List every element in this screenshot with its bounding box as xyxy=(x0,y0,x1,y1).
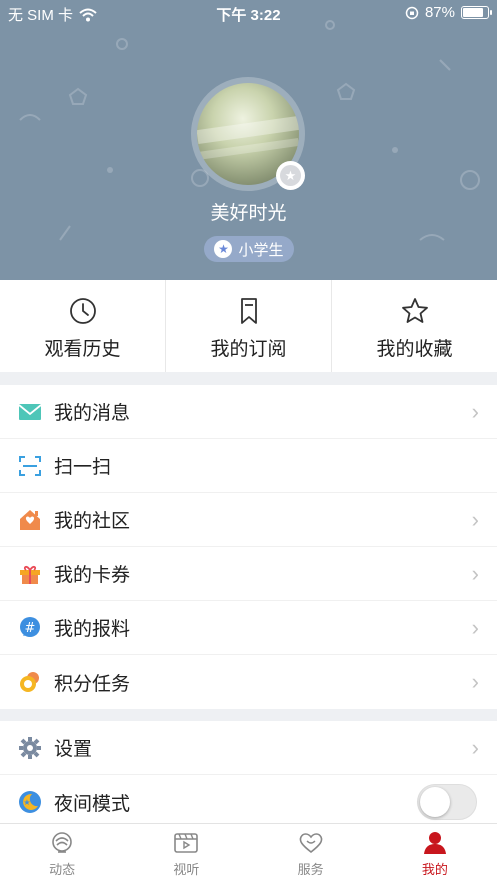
level-badge: ★ xyxy=(276,161,305,190)
tab-mine[interactable]: 我的 xyxy=(373,824,497,883)
profile-screen: 无 SIM 卡 下午 3:22 87% ★ 美好时光 ★ 小学生 观看历史 我的… xyxy=(0,0,497,883)
menu-item-reports[interactable]: # 我的报料 › xyxy=(0,601,497,655)
shortcut-label: 我的订阅 xyxy=(210,339,287,360)
orientation-lock-icon xyxy=(405,6,419,19)
nickname[interactable]: 美好时光 xyxy=(0,198,497,225)
battery-icon xyxy=(461,6,492,19)
gear-icon xyxy=(18,736,42,760)
shortcut-row: 观看历史 我的订阅 我的收藏 xyxy=(0,280,497,372)
star-icon xyxy=(401,298,428,323)
menu-item-scan[interactable]: 扫一扫 xyxy=(0,439,497,493)
menu-item-coupons[interactable]: 我的卡券 › xyxy=(0,547,497,601)
badge-star-icon: ★ xyxy=(280,165,301,186)
chevron-right-icon: › xyxy=(471,506,479,532)
tab-video[interactable]: 视听 xyxy=(124,824,248,883)
menu-item-settings[interactable]: 设置 › xyxy=(0,721,497,775)
chevron-right-icon: › xyxy=(471,669,479,694)
rank-badge[interactable]: ★ 小学生 xyxy=(204,236,294,262)
menu-item-night-mode: ★ 夜间模式 xyxy=(0,775,497,829)
tab-label: 视听 xyxy=(173,862,200,877)
profile-header: 无 SIM 卡 下午 3:22 87% ★ 美好时光 ★ 小学生 xyxy=(0,0,497,280)
mail-icon xyxy=(18,400,42,424)
chevron-right-icon: › xyxy=(471,614,479,640)
night-mode-toggle[interactable] xyxy=(417,784,477,820)
video-icon xyxy=(174,833,199,853)
chevron-right-icon: › xyxy=(471,734,479,760)
menu-item-points[interactable]: 积分任务 › xyxy=(0,655,497,709)
house-icon xyxy=(18,508,42,532)
toggle-knob xyxy=(420,787,450,817)
scan-icon xyxy=(18,454,42,478)
peony-icon xyxy=(52,832,72,853)
battery-percent: 87% xyxy=(424,4,455,21)
menu-item-label: 我的社区 xyxy=(54,511,131,532)
tab-label: 动态 xyxy=(49,862,76,877)
tab-service[interactable]: 服务 xyxy=(249,824,373,883)
heart-icon xyxy=(299,833,322,854)
status-bar: 无 SIM 卡 下午 3:22 87% xyxy=(0,0,497,26)
person-icon xyxy=(423,832,446,854)
hashtag-icon: # xyxy=(18,616,42,640)
rank-label: 小学生 xyxy=(238,241,284,259)
chevron-right-icon: › xyxy=(471,398,479,424)
menu-item-label: 我的报料 xyxy=(54,619,131,640)
shortcut-history[interactable]: 观看历史 xyxy=(0,280,166,372)
coin-icon xyxy=(18,670,42,694)
menu-item-label: 扫一扫 xyxy=(54,457,112,478)
shortcut-label: 观看历史 xyxy=(44,339,121,360)
bookmark-icon xyxy=(240,298,257,324)
menu-item-label: 积分任务 xyxy=(54,673,131,695)
menu-item-community[interactable]: 我的社区 › xyxy=(0,493,497,547)
tab-bar: 动态 视听 服务 我的 xyxy=(0,823,497,883)
menu-item-label: 我的卡券 xyxy=(54,565,131,586)
chevron-right-icon: › xyxy=(471,560,479,586)
svg-text:★: ★ xyxy=(23,798,30,807)
shortcut-favorites[interactable]: 我的收藏 xyxy=(332,280,497,372)
menu-item-label: 夜间模式 xyxy=(54,793,131,815)
shortcut-subscriptions[interactable]: 我的订阅 xyxy=(166,280,332,372)
rank-star-icon: ★ xyxy=(214,240,233,258)
shortcut-label: 我的收藏 xyxy=(376,339,453,360)
moon-icon: ★ xyxy=(18,790,42,814)
menu-item-messages[interactable]: 我的消息 › xyxy=(0,385,497,439)
tab-label: 服务 xyxy=(297,862,324,877)
menu-item-label: 设置 xyxy=(54,739,93,760)
menu-item-label: 我的消息 xyxy=(54,403,131,424)
menu-group-settings: 设置 › ★ 夜间模式 xyxy=(0,721,497,829)
svg-text:#: # xyxy=(25,621,36,636)
clock-icon xyxy=(69,298,96,324)
tab-label: 我的 xyxy=(421,862,448,877)
tab-feed[interactable]: 动态 xyxy=(0,824,124,883)
gift-icon xyxy=(18,562,42,586)
menu-group-main: 我的消息 › 扫一扫 我的社区 › 我的卡券 › # 我的报料 › 积分任务 › xyxy=(0,385,497,709)
